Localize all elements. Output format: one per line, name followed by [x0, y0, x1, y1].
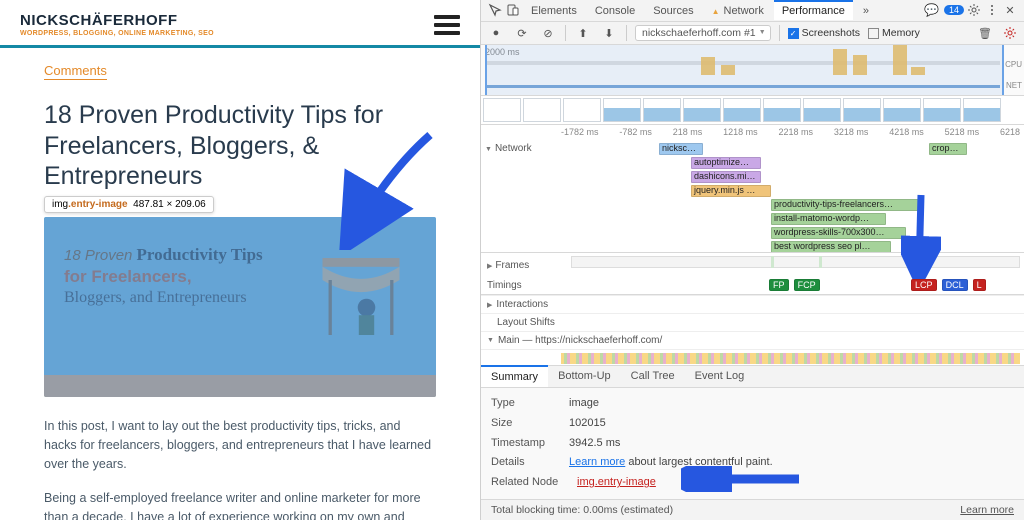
tab-network[interactable]: Network	[704, 0, 772, 20]
net-bar[interactable]: productivity-tips-freelancers…	[771, 199, 921, 211]
film-frame	[483, 98, 521, 122]
tab-more[interactable]: »	[855, 0, 877, 20]
post-content: Comments 18 Proven Productivity Tips for…	[0, 48, 480, 520]
net-bar[interactable]: jquery.min.js …	[691, 185, 771, 197]
main-thread-bar	[481, 349, 1024, 365]
gc-icon[interactable]: 🗑	[976, 24, 994, 42]
reload-record-icon[interactable]: ⟳	[513, 24, 531, 42]
hero-line-2: for Freelancers,	[64, 267, 416, 287]
tooltip-dimensions: 487.81 × 209.06	[133, 199, 206, 210]
summary-timestamp: 3942.5 ms	[569, 437, 620, 449]
related-node-link[interactable]: img.entry-image	[577, 476, 656, 488]
brand-title: NICKSCHÄFERHOFF	[20, 12, 214, 29]
footer-learn-more-link[interactable]: Learn more	[960, 504, 1014, 516]
page-selector[interactable]: nickschaeferhoff.com #1	[635, 25, 771, 41]
tab-elements[interactable]: Elements	[523, 0, 585, 20]
paragraph-2: Being a self-employed freelance writer a…	[44, 489, 436, 520]
inspect-icon[interactable]	[487, 2, 503, 18]
tbt-text: Total blocking time: 0.00ms (estimated)	[491, 504, 673, 516]
comments-link[interactable]: Comments	[44, 63, 107, 80]
tooltip-class: .entry-image	[68, 199, 127, 210]
tab-summary[interactable]: Summary	[481, 365, 548, 387]
tab-sources[interactable]: Sources	[645, 0, 701, 20]
issues-indicator[interactable]: 💬14	[924, 3, 964, 17]
timing-lcp[interactable]: LCP	[911, 279, 937, 291]
hero-line-3: Bloggers, and Entrepreneurs	[64, 289, 416, 307]
misc-rows: ▶Interactions Layout Shifts ▼Main — http…	[481, 295, 1024, 366]
status-bar: Total blocking time: 0.00ms (estimated) …	[481, 499, 1024, 520]
timing-fp[interactable]: FP	[769, 279, 789, 291]
brand-tagline: WORDPRESS, BLOGGING, ONLINE MARKETING, S…	[20, 30, 214, 37]
hero-line-1: 18 Proven Productivity Tips	[64, 245, 416, 265]
load-profile-icon[interactable]: ⬆	[574, 24, 592, 42]
clear-icon[interactable]: ⊘	[539, 24, 557, 42]
net-bar[interactable]: autoptimize…	[691, 157, 761, 169]
row-network-label: ▼Network	[485, 143, 532, 154]
summary-body: Typeimage Size102015 Timestamp3942.5 ms …	[481, 388, 1024, 499]
hero-illustration-icon	[306, 247, 416, 357]
learn-more-link[interactable]: Learn more	[569, 456, 625, 468]
timing-dcl[interactable]: DCL	[942, 279, 968, 291]
tab-event-log[interactable]: Event Log	[685, 366, 755, 387]
record-icon[interactable]: ●	[487, 24, 505, 42]
post-title: 18 Proven Productivity Tips for Freelanc…	[44, 100, 436, 192]
screenshots-checkbox[interactable]: ✓Screenshots	[788, 27, 860, 39]
brand: NICKSCHÄFERHOFF WORDPRESS, BLOGGING, ONL…	[20, 12, 214, 37]
tab-call-tree[interactable]: Call Tree	[621, 366, 685, 387]
row-main-thread[interactable]: ▼Main — https://nickschaeferhoff.com/	[481, 331, 1024, 349]
paragraph-1: In this post, I want to lay out the best…	[44, 417, 436, 475]
hamburger-icon[interactable]	[434, 15, 460, 35]
devtools-panel: Elements Console Sources Network Perform…	[480, 0, 1024, 520]
net-bar[interactable]: nicksc…	[659, 143, 703, 155]
capture-settings-icon[interactable]	[1002, 25, 1018, 41]
net-bar[interactable]: crop…	[929, 143, 967, 155]
net-bar[interactable]: dashicons.mi…	[691, 171, 761, 183]
tab-bottom-up[interactable]: Bottom-Up	[548, 366, 621, 387]
timing-fcp[interactable]: FCP	[794, 279, 820, 291]
entry-image: 18 Proven Productivity Tips for Freelanc…	[44, 217, 436, 397]
save-profile-icon[interactable]: ⬇	[600, 24, 618, 42]
post-body: In this post, I want to lay out the best…	[44, 417, 436, 520]
tooltip-tag: img	[52, 199, 68, 210]
row-frames-label: ▶Frames	[487, 260, 529, 271]
settings-icon[interactable]	[966, 2, 982, 18]
performance-toolbar: ● ⟳ ⊘ ⬆ ⬇ nickschaeferhoff.com #1 ✓Scree…	[481, 22, 1024, 46]
row-timings-label: Timings	[487, 280, 522, 291]
summary-tabs: Summary Bottom-Up Call Tree Event Log	[481, 366, 1024, 388]
filmstrip[interactable]	[481, 96, 1024, 125]
tab-performance[interactable]: Performance	[774, 0, 853, 20]
summary-size: 102015	[569, 417, 606, 429]
overview-cpu-label: CPU	[1005, 60, 1022, 69]
tab-console[interactable]: Console	[587, 0, 643, 20]
flame-chart[interactable]: -1782 ms -782 ms 218 ms 1218 ms 2218 ms …	[481, 125, 1024, 253]
row-interactions[interactable]: ▶Interactions	[481, 295, 1024, 313]
hero-strip	[44, 375, 436, 397]
element-tooltip: img.entry-image 487.81 × 209.06	[44, 196, 214, 213]
kebab-icon[interactable]	[984, 2, 1000, 18]
close-icon[interactable]: ✕	[1002, 2, 1018, 18]
net-bar[interactable]: install-matomo-wordp…	[771, 213, 886, 225]
memory-checkbox[interactable]: Memory	[868, 27, 920, 39]
site-header: NICKSCHÄFERHOFF WORDPRESS, BLOGGING, ONL…	[0, 0, 480, 41]
overview-net-label: NET	[1006, 81, 1022, 90]
device-toggle-icon[interactable]	[505, 2, 521, 18]
devtools-tab-strip: Elements Console Sources Network Perform…	[481, 0, 1024, 22]
net-bar[interactable]: best wordpress seo pl…	[771, 241, 891, 253]
timing-l[interactable]: L	[973, 279, 986, 291]
net-bar[interactable]: wordpress-skills-700x300…	[771, 227, 906, 239]
overview-pane[interactable]: 2000 ms CPU NET	[481, 45, 1024, 96]
row-layout-shifts[interactable]: Layout Shifts	[481, 313, 1024, 331]
website-preview: NICKSCHÄFERHOFF WORDPRESS, BLOGGING, ONL…	[0, 0, 480, 520]
summary-type: image	[569, 397, 599, 409]
